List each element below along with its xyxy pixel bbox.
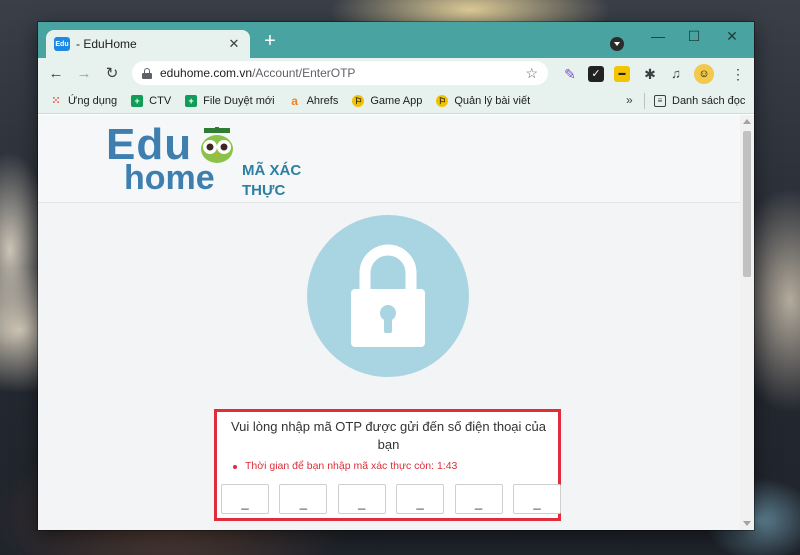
- sheets-icon: +: [185, 94, 198, 107]
- site-header: Edu home MÃ XÁC THỰC: [38, 115, 740, 203]
- bookmark-ahrefs[interactable]: a Ahrefs: [289, 93, 339, 108]
- minimize-button[interactable]: —: [648, 28, 668, 44]
- secure-lock-icon[interactable]: [142, 67, 152, 79]
- otp-digit-4-input[interactable]: [396, 484, 445, 514]
- otp-countdown-timer: Thời gian để bạn nhập mã xác thực còn: 1…: [232, 460, 458, 472]
- bookmark-label: Game App: [370, 94, 423, 107]
- scroll-down-arrow-icon[interactable]: [743, 521, 751, 526]
- reading-list-icon: ≡: [654, 95, 666, 107]
- extensions-puzzle-icon[interactable]: ✱: [642, 66, 658, 82]
- tab-close-icon[interactable]: ✕: [226, 36, 242, 52]
- otp-input-group: [221, 484, 561, 516]
- bookmark-label: Ứng dụng: [68, 94, 118, 107]
- title-bar: Edu - EduHome ✕ + — ☐ ✕: [38, 22, 754, 58]
- checkbox-extension-icon[interactable]: ✓: [588, 66, 604, 82]
- padlock-icon: [307, 215, 469, 377]
- otp-digit-2-input[interactable]: [279, 484, 328, 514]
- forward-button[interactable]: →: [70, 65, 98, 82]
- media-queue-icon[interactable]: ♫: [668, 66, 684, 82]
- bookmark-star-icon[interactable]: ☆: [525, 65, 538, 82]
- otp-digit-5-input[interactable]: [454, 484, 503, 514]
- page-title: MÃ XÁC THỰC: [242, 162, 302, 199]
- url-text[interactable]: eduhome.com.vn/Account/EnterOTP: [160, 66, 525, 80]
- bookmarks-divider: [644, 93, 645, 109]
- bookmark-game-app[interactable]: ⚐ Game App: [352, 94, 423, 107]
- maximize-button[interactable]: ☐: [684, 28, 704, 45]
- bookmarks-bar: ⁙ Ứng dụng + CTV + File Duyệt mới a Ahre…: [38, 88, 754, 114]
- reload-button[interactable]: ↻: [98, 64, 126, 82]
- tab-search-icon[interactable]: [610, 37, 624, 51]
- page-content: Edu home MÃ XÁC THỰC Vui lòng nhập mã OT…: [38, 115, 740, 530]
- page-scrollbar[interactable]: [740, 115, 754, 530]
- bookmark-file-duyet-moi[interactable]: + File Duyệt mới: [185, 94, 275, 107]
- bookmark-ctv[interactable]: + CTV: [131, 94, 172, 107]
- browser-tab[interactable]: Edu - EduHome ✕: [46, 30, 250, 58]
- bookmarks-overflow-button[interactable]: »: [626, 93, 633, 107]
- url-host: eduhome.com.vn: [160, 66, 253, 80]
- runner-icon: ⚐: [436, 94, 449, 107]
- back-button[interactable]: ←: [42, 65, 70, 82]
- bookmark-label: CTV: [149, 94, 172, 107]
- otp-instruction: Vui lòng nhập mã OTP được gửi đến số điệ…: [230, 419, 546, 452]
- reading-list-button[interactable]: ≡ Danh sách đọc: [654, 88, 745, 114]
- apps-grid-icon: ⁙: [51, 94, 61, 107]
- browser-toolbar: ← → ↻ eduhome.com.vn/Account/EnterOTP ☆ …: [38, 58, 754, 88]
- miniq-extension-icon[interactable]: ▬: [614, 66, 630, 82]
- profile-avatar-icon[interactable]: ☺: [694, 64, 714, 84]
- bookmark-label: Ahrefs: [306, 94, 339, 107]
- otp-digit-3-input[interactable]: [337, 484, 386, 514]
- sheets-icon: +: [131, 94, 144, 107]
- otp-dialog: Vui lòng nhập mã OTP được gửi đến số điệ…: [214, 409, 561, 521]
- pen-extension-icon[interactable]: ✎: [562, 66, 578, 82]
- eduhome-favicon-icon: Edu: [54, 37, 70, 51]
- address-bar[interactable]: eduhome.com.vn/Account/EnterOTP ☆: [132, 61, 548, 85]
- browser-window: Edu - EduHome ✕ + — ☐ ✕ ← → ↻ eduhome.co…: [38, 22, 754, 530]
- scrollbar-thumb[interactable]: [743, 131, 751, 277]
- bookmark-label: File Duyệt mới: [203, 94, 275, 107]
- bookmark-apps[interactable]: ⁙ Ứng dụng: [50, 95, 117, 107]
- scroll-up-arrow-icon[interactable]: [743, 119, 751, 124]
- otp-digit-1-input[interactable]: [221, 484, 269, 514]
- reading-list-label: Danh sách đọc: [672, 95, 746, 107]
- ahrefs-icon: a: [291, 93, 298, 108]
- tab-title: - EduHome: [76, 37, 137, 51]
- bookmark-label: Quản lý bài viết: [454, 94, 531, 107]
- url-path: /Account/EnterOTP: [252, 66, 356, 80]
- close-window-button[interactable]: ✕: [722, 28, 742, 45]
- menu-kebab-icon[interactable]: ⋮: [730, 66, 746, 82]
- otp-digit-6-input[interactable]: [512, 484, 561, 514]
- bookmark-quan-ly-bai-viet[interactable]: ⚐ Quản lý bài viết: [436, 94, 531, 107]
- runner-icon: ⚐: [352, 94, 365, 107]
- logo-home-text[interactable]: home: [124, 161, 215, 195]
- new-tab-button[interactable]: +: [260, 31, 280, 51]
- owl-logo-icon: [201, 127, 233, 163]
